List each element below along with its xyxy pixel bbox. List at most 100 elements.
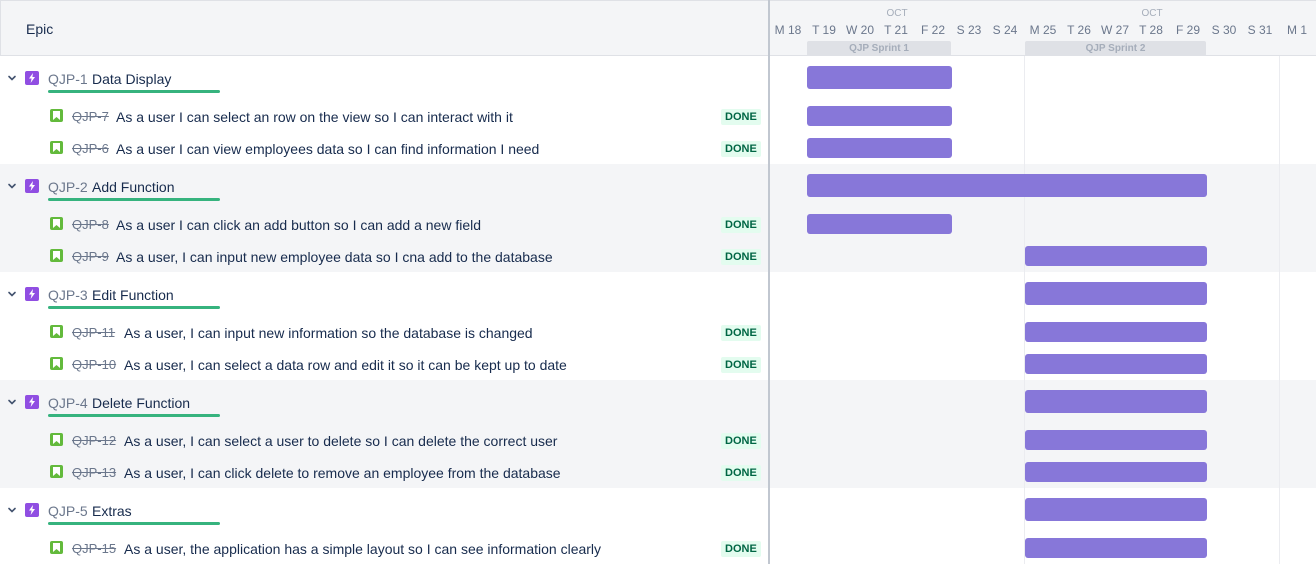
bar-qjp-4[interactable] <box>1025 390 1207 413</box>
status-badge: DONE <box>721 541 761 557</box>
status-badge: DONE <box>721 249 761 265</box>
day-label: M 18 <box>774 23 802 37</box>
epic-key[interactable]: QJP-2 <box>48 179 88 195</box>
month-label: OCT <box>1141 8 1163 19</box>
story-row[interactable]: QJP-10 As a user, I can select a data ro… <box>0 349 769 381</box>
bar-qjp-11[interactable] <box>1025 322 1207 342</box>
day-label: W 20 <box>845 23 875 37</box>
story-summary[interactable]: As a user, I can click delete to remove … <box>124 465 561 481</box>
story-key[interactable]: QJP-7 <box>72 109 109 124</box>
story-summary[interactable]: As a user I can select an row on the vie… <box>116 109 513 125</box>
story-row[interactable]: QJP-8 As a user I can click an add butto… <box>0 209 769 241</box>
day-label: S 30 <box>1211 23 1237 37</box>
bar-qjp-6[interactable] <box>807 138 952 158</box>
epic-lightning-icon <box>25 179 39 193</box>
story-key[interactable]: QJP-11 <box>72 325 115 340</box>
day-label: T 28 <box>1139 23 1163 37</box>
bar-qjp-8[interactable] <box>807 214 952 234</box>
epic-summary[interactable]: Edit Function <box>92 287 174 303</box>
epic-summary[interactable]: Extras <box>92 503 132 519</box>
story-row[interactable]: QJP-11 As a user, I can input new inform… <box>0 317 769 349</box>
sprint-label[interactable]: QJP Sprint 2 <box>1025 41 1206 56</box>
story-bookmark-icon <box>50 217 63 230</box>
story-key[interactable]: QJP-10 <box>72 357 116 372</box>
status-badge: DONE <box>721 325 761 341</box>
story-bookmark-icon <box>50 325 63 338</box>
epic-lightning-icon <box>25 395 39 409</box>
story-row[interactable]: QJP-13 As a user, I can click delete to … <box>0 457 769 489</box>
story-summary[interactable]: As a user I can click an add button so I… <box>116 217 481 233</box>
status-badge: DONE <box>721 217 761 233</box>
epic-row[interactable]: QJP-1 Data Display <box>0 64 769 96</box>
timeline-header: OCT OCT M 18 T 19 W 20 T 21 F 22 S 23 S … <box>769 0 1316 56</box>
bar-qjp-15[interactable] <box>1025 538 1207 558</box>
epic-row[interactable]: QJP-5 Extras <box>0 496 769 528</box>
status-badge: DONE <box>721 433 761 449</box>
day-label: T 21 <box>884 23 908 37</box>
month-label: OCT <box>886 8 908 19</box>
story-row[interactable]: QJP-15 As a user, the application has a … <box>0 533 769 564</box>
day-label: F 22 <box>920 23 946 37</box>
day-label: S 31 <box>1247 23 1273 37</box>
epic-key[interactable]: QJP-5 <box>48 503 88 519</box>
status-badge: DONE <box>721 357 761 373</box>
bar-qjp-12[interactable] <box>1025 430 1207 450</box>
bar-qjp-5[interactable] <box>1025 498 1207 521</box>
bar-qjp-9[interactable] <box>1025 246 1207 266</box>
story-summary[interactable]: As a user, I can select a data row and e… <box>124 357 567 373</box>
bar-qjp-13[interactable] <box>1025 462 1207 482</box>
bar-qjp-1[interactable] <box>807 66 952 89</box>
epic-progress-bar <box>48 522 220 525</box>
pane-divider[interactable] <box>768 0 770 564</box>
story-key[interactable]: QJP-6 <box>72 141 109 156</box>
status-badge: DONE <box>721 109 761 125</box>
story-bookmark-icon <box>50 141 63 154</box>
story-key[interactable]: QJP-15 <box>72 541 116 556</box>
story-row[interactable]: QJP-6 As a user I can view employees dat… <box>0 133 769 165</box>
epic-row[interactable]: QJP-2 Add Function <box>0 172 769 204</box>
chevron-down-icon[interactable] <box>7 289 19 301</box>
epic-lightning-icon <box>25 503 39 517</box>
story-key[interactable]: QJP-8 <box>72 217 109 232</box>
epic-lightning-icon <box>25 71 39 85</box>
status-badge: DONE <box>721 465 761 481</box>
chevron-down-icon[interactable] <box>7 73 19 85</box>
epic-key[interactable]: QJP-1 <box>48 71 88 87</box>
epic-summary[interactable]: Add Function <box>92 179 175 195</box>
story-summary[interactable]: As a user, the application has a simple … <box>124 541 601 557</box>
story-row[interactable]: QJP-9 As a user, I can input new employe… <box>0 241 769 273</box>
bar-qjp-10[interactable] <box>1025 354 1207 374</box>
list-header: Epic <box>0 0 769 56</box>
story-summary[interactable]: As a user I can view employees data so I… <box>116 141 539 157</box>
epic-summary[interactable]: Delete Function <box>92 395 190 411</box>
story-bookmark-icon <box>50 465 63 478</box>
epic-summary[interactable]: Data Display <box>92 71 171 87</box>
epic-progress-bar <box>48 306 220 309</box>
chevron-down-icon[interactable] <box>7 397 19 409</box>
epic-row[interactable]: QJP-4 Delete Function <box>0 388 769 420</box>
day-label: S 24 <box>992 23 1018 37</box>
bar-qjp-2[interactable] <box>807 174 1207 197</box>
story-key[interactable]: QJP-9 <box>72 249 109 264</box>
epic-key[interactable]: QJP-3 <box>48 287 88 303</box>
story-bookmark-icon <box>50 541 63 554</box>
status-badge: DONE <box>721 141 761 157</box>
epic-key[interactable]: QJP-4 <box>48 395 88 411</box>
story-summary[interactable]: As a user, I can select a user to delete… <box>124 433 557 449</box>
story-summary[interactable]: As a user, I can input new information s… <box>124 325 533 341</box>
story-summary[interactable]: As a user, I can input new employee data… <box>116 249 553 265</box>
story-key[interactable]: QJP-13 <box>72 465 116 480</box>
sprint-label[interactable]: QJP Sprint 1 <box>807 41 951 56</box>
chevron-down-icon[interactable] <box>7 505 19 517</box>
day-label: W 27 <box>1100 23 1130 37</box>
story-row[interactable]: QJP-7 As a user I can select an row on t… <box>0 101 769 133</box>
epic-progress-bar <box>48 90 220 93</box>
epic-row[interactable]: QJP-3 Edit Function <box>0 280 769 312</box>
story-bookmark-icon <box>50 357 63 370</box>
issue-list-pane: Epic QJP-1 Data Display QJP-7 As a user … <box>0 0 769 564</box>
story-row[interactable]: QJP-12 As a user, I can select a user to… <box>0 425 769 457</box>
bar-qjp-7[interactable] <box>807 106 952 126</box>
bar-qjp-3[interactable] <box>1025 282 1207 305</box>
story-key[interactable]: QJP-12 <box>72 433 116 448</box>
chevron-down-icon[interactable] <box>7 181 19 193</box>
